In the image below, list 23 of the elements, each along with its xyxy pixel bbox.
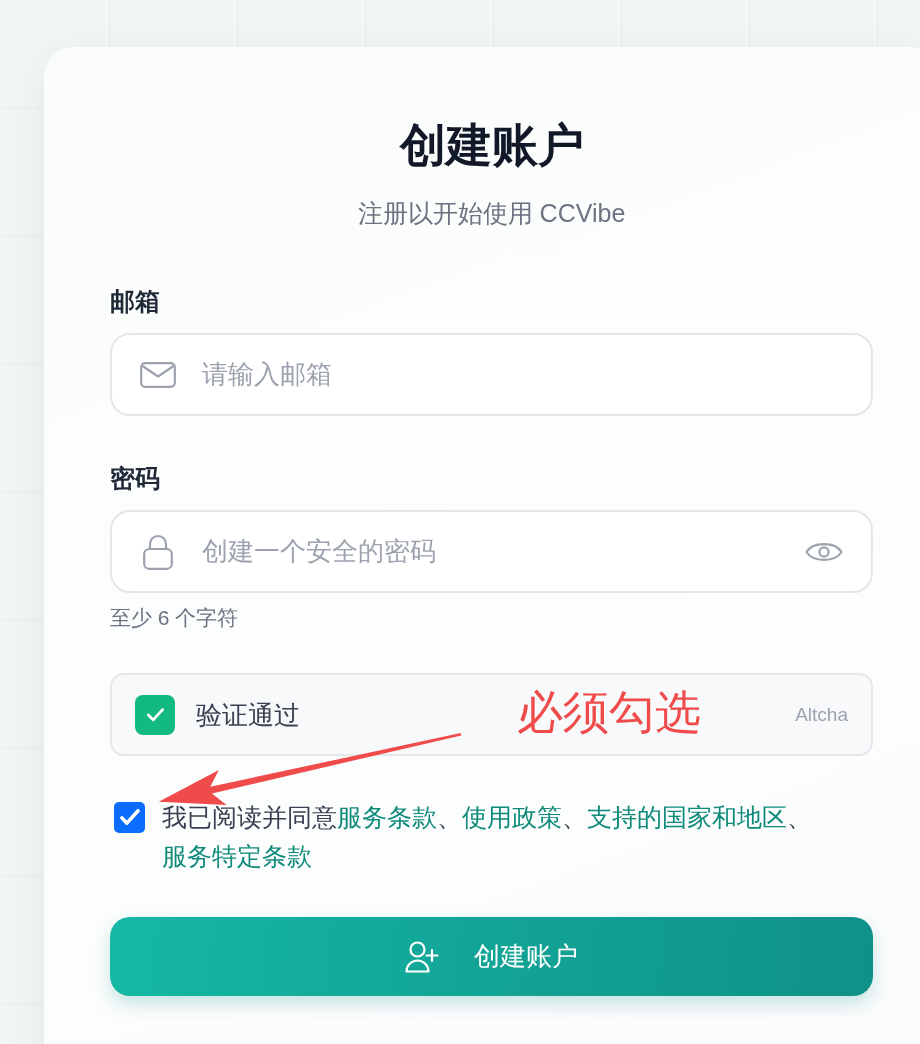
checkmark-icon [119, 809, 140, 826]
password-field[interactable]: 创建一个安全的密码 [110, 510, 873, 593]
terms-link[interactable]: 支持的国家和地区 [587, 803, 787, 831]
captcha-provider: Altcha [795, 702, 848, 727]
terms-link[interactable]: 服务条款 [337, 803, 437, 831]
create-account-button[interactable]: 创建账户 [110, 917, 873, 996]
page-title: 创建账户 [399, 119, 584, 171]
mail-icon [140, 361, 176, 388]
page-subtitle: 注册以开始使用 CCVibe [357, 198, 626, 229]
password-hint: 至少 6 个字符 [110, 605, 239, 631]
captcha-status: 验证通过 [196, 698, 300, 732]
terms-link[interactable]: 服务特定条款 [162, 842, 312, 870]
user-plus-icon [405, 940, 439, 973]
lock-icon [143, 533, 173, 570]
annotation-text: 必须勾选 [517, 686, 701, 738]
email-field[interactable]: 请输入邮箱 [110, 333, 873, 416]
checkmark-icon [146, 707, 164, 722]
field-label: 密码 [110, 463, 160, 494]
agreement-text: 我已阅读并同意服务条款、使用政策、支持的国家和地区、 服务特定条款 [162, 802, 813, 872]
terms-link[interactable]: 使用政策 [462, 803, 562, 831]
verified-checkbox[interactable] [135, 694, 175, 735]
field-label: 邮箱 [110, 286, 160, 317]
agreement-checkbox[interactable] [114, 802, 145, 833]
